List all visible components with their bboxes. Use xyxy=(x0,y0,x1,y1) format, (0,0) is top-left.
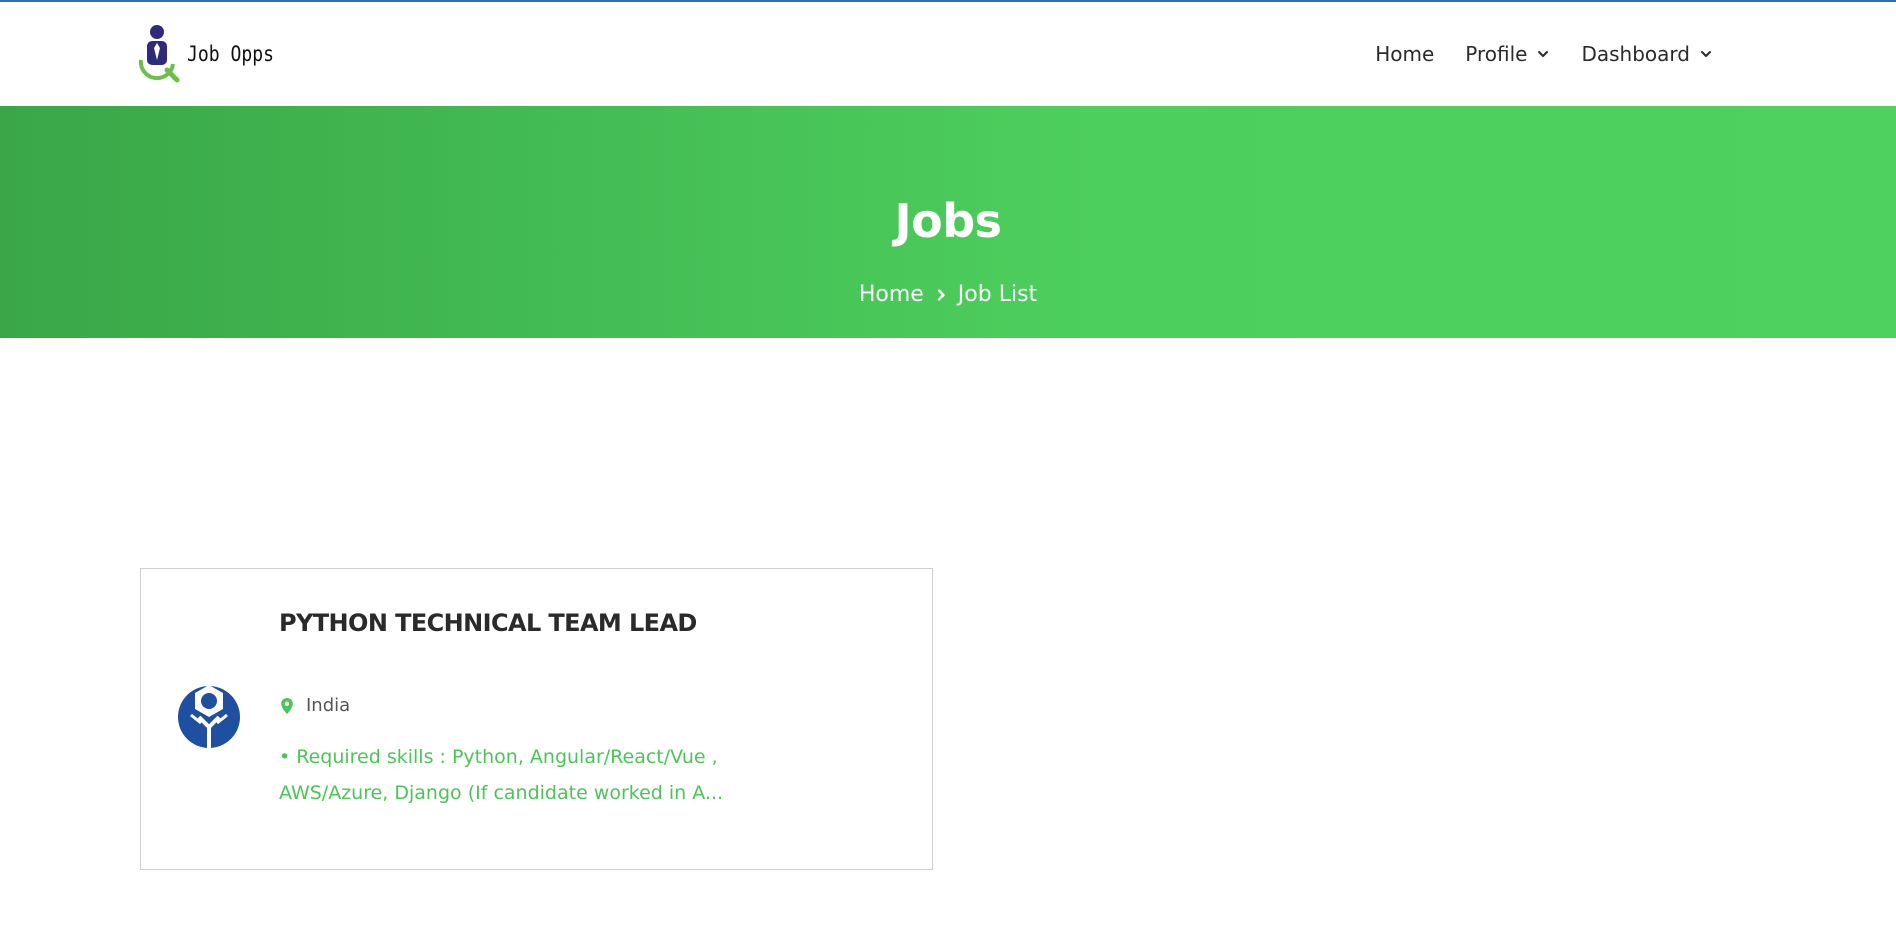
map-pin-icon xyxy=(281,697,293,714)
brand-name: Job Opps xyxy=(187,42,274,66)
nav-dashboard-label: Dashboard xyxy=(1581,42,1690,66)
breadcrumb-home-link[interactable]: Home xyxy=(859,281,924,309)
navbar: Job Opps Home Profile Dashboard xyxy=(0,2,1896,106)
breadcrumb: Home Job List xyxy=(0,281,1896,309)
brand-logo[interactable]: Job Opps xyxy=(137,24,288,84)
nav-profile-label: Profile xyxy=(1465,42,1528,66)
nav-dashboard[interactable]: Dashboard xyxy=(1581,42,1713,66)
chevron-down-icon xyxy=(1701,51,1711,57)
chevron-down-icon xyxy=(1538,51,1549,57)
main-nav: Home Profile Dashboard xyxy=(1344,2,1713,106)
nav-profile[interactable]: Profile xyxy=(1465,42,1550,66)
page-banner: Jobs Home Job List xyxy=(0,106,1896,338)
nav-home[interactable]: Home xyxy=(1375,42,1434,66)
nav-home-label: Home xyxy=(1375,42,1435,66)
chevron-right-icon xyxy=(937,289,945,301)
page-title: Jobs xyxy=(894,194,1002,248)
person-magnifier-icon xyxy=(138,25,180,83)
job-location: India xyxy=(280,695,350,716)
job-card[interactable]: PYTHON TECHNICAL TEAM LEAD India • Requi… xyxy=(140,568,933,870)
company-emblem-icon xyxy=(178,685,240,748)
job-location-text: India xyxy=(306,695,351,716)
job-description: • Required skills : Python, Angular/Reac… xyxy=(279,746,724,804)
job-title[interactable]: PYTHON TECHNICAL TEAM LEAD xyxy=(279,609,697,637)
breadcrumb-current: Job List xyxy=(957,282,1038,307)
